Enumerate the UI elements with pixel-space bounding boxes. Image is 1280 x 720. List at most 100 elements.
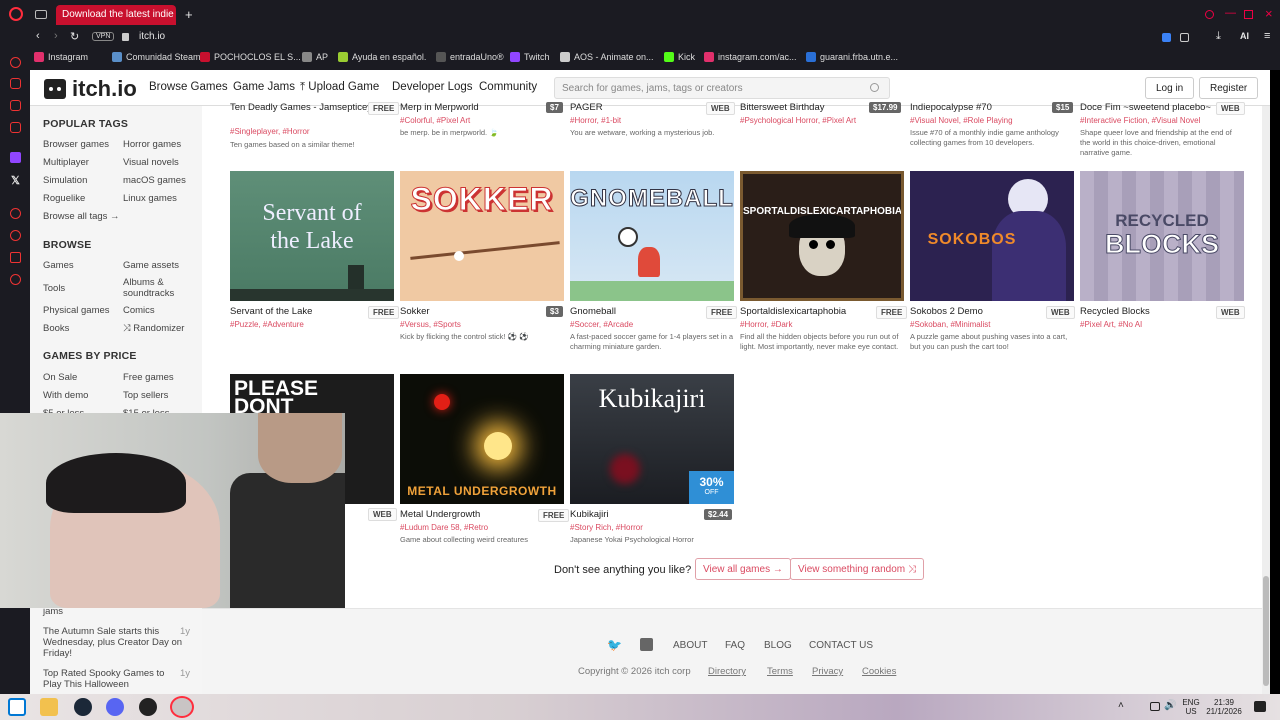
game-title[interactable]: Merp in Merpworld (400, 102, 479, 113)
randomizer-link[interactable]: ⤨ Randomizer (123, 323, 184, 334)
nav-developer-logs[interactable]: Developer Logs (392, 81, 473, 93)
footer-link-blog[interactable]: BLOG (764, 640, 792, 651)
facebook-icon[interactable] (640, 638, 653, 651)
view-random-button[interactable]: View something random ⤨ (790, 558, 924, 580)
browse-link[interactable]: Comics (123, 305, 155, 316)
game-tags[interactable]: #Interactive Fiction, #Visual Novel (1080, 116, 1200, 125)
bookmarks-side-icon[interactable] (10, 252, 21, 263)
download-icon[interactable]: ⤓ (1216, 30, 1221, 43)
search-input[interactable]: Search for games, jams, tags or creators (554, 77, 890, 99)
view-all-games-button[interactable]: View all games → (695, 558, 791, 580)
tray-expand-icon[interactable]: ˄ (1118, 700, 1124, 711)
tag-link[interactable]: Visual novels (123, 157, 179, 168)
game-thumbnail[interactable]: SPORTALDISLEXICARTAPHOBIA (740, 171, 904, 301)
discord-icon[interactable] (106, 698, 124, 716)
search-icon[interactable] (870, 83, 879, 92)
footer-legal-terms[interactable]: Terms (767, 666, 793, 677)
nav-community[interactable]: Community (479, 81, 537, 93)
game-tags[interactable]: #Colorful, #Pixel Art (400, 116, 470, 125)
reload-icon[interactable]: ↻ (70, 30, 79, 43)
twitter-icon[interactable]: 🐦 (607, 638, 622, 652)
nav-browse-games[interactable]: Browse Games (149, 81, 228, 93)
language-indicator[interactable]: ENG US (1180, 698, 1202, 716)
browse-link[interactable]: Books (43, 323, 69, 334)
bookmark-instagram[interactable]: Instagram (34, 52, 88, 62)
ai-button[interactable]: AI (1240, 31, 1249, 41)
tag-link[interactable]: Horror games (123, 139, 181, 150)
new-tab-button[interactable]: + (185, 7, 193, 22)
bookmark-ayuda[interactable]: Ayuda en español. (338, 52, 426, 62)
close-button[interactable]: × (1265, 6, 1273, 21)
maximize-button[interactable] (1244, 10, 1253, 19)
game-tags[interactable]: #Ludum Dare 58, #Retro (400, 523, 488, 532)
forward-icon[interactable]: › (54, 30, 58, 42)
game-title[interactable]: Metal Undergrowth (400, 509, 480, 520)
game-tags[interactable]: #Horror, #1-bit (570, 116, 621, 125)
extensions-icon[interactable] (1180, 33, 1189, 42)
instagram-side-icon[interactable] (10, 122, 21, 133)
file-explorer-icon[interactable] (40, 698, 58, 716)
network-icon[interactable] (1150, 702, 1160, 711)
history-icon[interactable] (10, 230, 21, 241)
browse-link[interactable]: Tools (43, 283, 65, 294)
game-title[interactable]: Bittersweet Birthday (740, 102, 824, 113)
windows-start-icon[interactable] (8, 698, 26, 716)
browse-link[interactable]: Albums & soundtracks (123, 277, 193, 299)
messenger-icon[interactable] (10, 78, 21, 89)
price-link[interactable]: Top sellers (123, 390, 168, 401)
footer-legal-privacy[interactable]: Privacy (812, 666, 843, 677)
obs-icon[interactable] (139, 698, 157, 716)
price-link[interactable]: With demo (43, 390, 88, 401)
game-title[interactable]: Sokker (400, 306, 430, 317)
back-icon[interactable]: ‹ (36, 30, 40, 42)
news-item[interactable]: Top Rated Spooky Games to Play This Hall… (43, 668, 173, 690)
game-title[interactable]: Recycled Blocks (1080, 306, 1150, 317)
game-title[interactable]: Sokobos 2 Demo (910, 306, 983, 317)
nav-upload-game[interactable]: ⤒ Upload Game (300, 81, 379, 94)
footer-legal-directory[interactable]: Directory (708, 666, 746, 677)
game-thumbnail[interactable]: RECYCLED BLOCKS (1080, 171, 1244, 301)
bookmark-twitch[interactable]: Twitch (510, 52, 550, 62)
game-tags[interactable]: #Psychological Horror, #Pixel Art (740, 116, 856, 125)
game-tags[interactable]: #Horror, #Dark (740, 320, 792, 329)
footer-legal-cookies[interactable]: Cookies (862, 666, 896, 677)
footer-link-faq[interactable]: FAQ (725, 640, 745, 651)
price-link[interactable]: On Sale (43, 372, 77, 383)
game-title[interactable]: Servant of the Lake (230, 306, 312, 317)
browse-link[interactable]: Games (43, 260, 74, 271)
tag-link[interactable]: Browser games (43, 139, 109, 150)
tag-link[interactable]: Linux games (123, 193, 177, 204)
bookmark-instagram-ac[interactable]: instagram.com/ac... (704, 52, 797, 62)
game-tags[interactable]: #Sokoban, #Minimalist (910, 320, 990, 329)
browse-link[interactable]: Game assets (123, 260, 179, 271)
menu-icon[interactable]: ≡ (1264, 30, 1270, 42)
minimize-button[interactable]: — (1225, 7, 1236, 19)
x-icon[interactable]: 𝕏 (11, 174, 20, 187)
clock-icon[interactable] (10, 208, 21, 219)
volume-icon[interactable]: 🔊 (1164, 700, 1176, 711)
bookmark-pochoclos[interactable]: POCHOCLOS EL S... (200, 52, 301, 62)
game-title[interactable]: PAGER (570, 102, 603, 113)
tag-link[interactable]: macOS games (123, 175, 186, 186)
twitch-side-icon[interactable] (10, 152, 21, 163)
game-tags[interactable]: #Pixel Art, #No AI (1080, 320, 1142, 329)
game-title[interactable]: Doce Fim ~sweetend placebo~ (1080, 102, 1211, 113)
whatsapp-icon[interactable] (10, 100, 21, 111)
notification-icon[interactable] (1254, 701, 1266, 712)
footer-link-about[interactable]: ABOUT (673, 640, 707, 651)
browse-all-tags-link[interactable]: Browse all tags → (43, 211, 120, 222)
bookmark-kick[interactable]: Kick (664, 52, 695, 62)
game-title[interactable]: Ten Deadly Games - Jamsepticeye (230, 102, 377, 113)
aria-icon[interactable] (10, 57, 21, 68)
browse-link[interactable]: Physical games (43, 305, 110, 316)
opera-logo-icon[interactable] (9, 7, 23, 21)
game-title[interactable]: Gnomeball (570, 306, 616, 317)
register-button[interactable]: Register (1199, 77, 1259, 99)
bookmark-guarani[interactable]: guarani.frba.utn.e... (806, 52, 898, 62)
tag-link[interactable]: Roguelike (43, 193, 85, 204)
translate-icon[interactable] (1162, 33, 1171, 42)
game-thumbnail[interactable]: METAL UNDERGROWTH (400, 374, 564, 504)
tab-itch[interactable]: Download the latest indie g (56, 5, 176, 25)
game-tags[interactable]: #Singleplayer, #Horror (230, 127, 310, 136)
game-thumbnail[interactable]: Servant of the Lake (230, 171, 394, 301)
